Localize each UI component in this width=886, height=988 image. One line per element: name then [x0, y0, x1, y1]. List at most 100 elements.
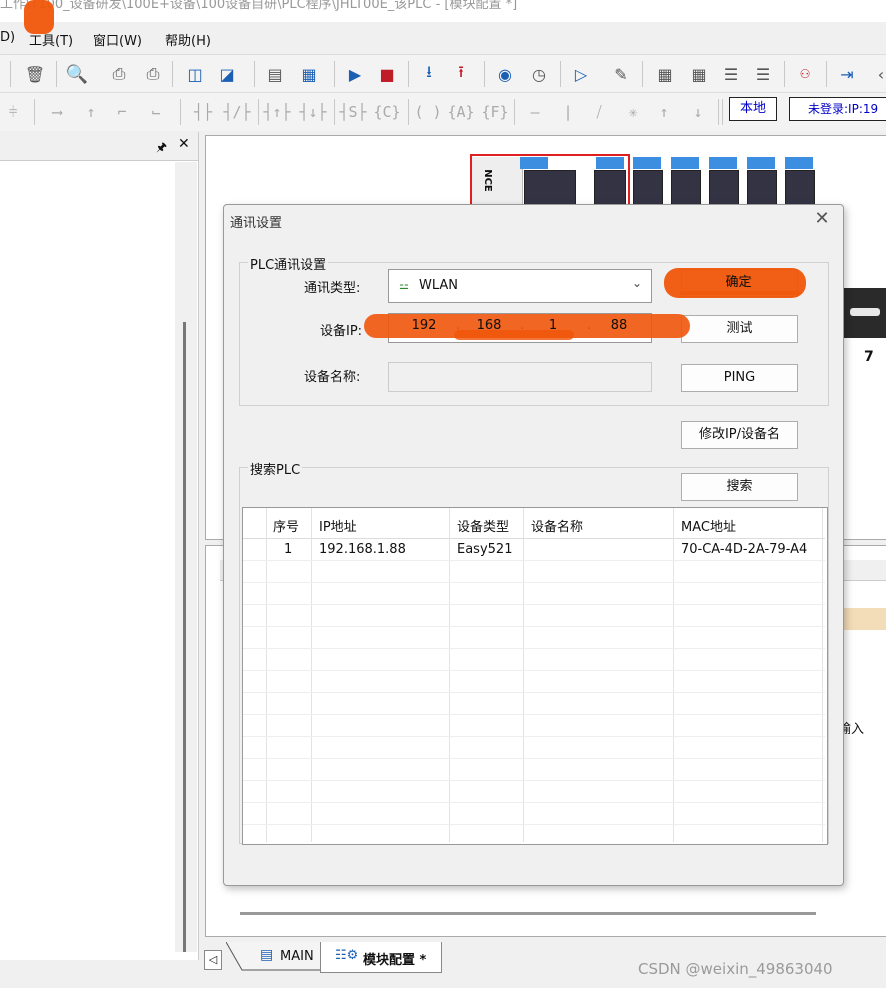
upload-icon[interactable]: ⭱ — [448, 61, 474, 87]
run-icon[interactable]: ▶ — [342, 61, 368, 87]
document-icon[interactable]: ▤ — [262, 61, 288, 87]
col-header-index[interactable]: 序号 — [273, 516, 299, 535]
compare-icon[interactable]: {C} — [372, 99, 402, 125]
ip-octet-3-overlay: 1 — [548, 318, 558, 333]
col-header-ip[interactable]: IP地址 — [319, 516, 357, 535]
contact-branch-icon[interactable]: ⫩ — [0, 99, 26, 125]
close-icon[interactable]: ✕ — [178, 136, 190, 152]
tab-scroll-left-icon[interactable]: ◁ — [204, 950, 222, 970]
delete-vline-icon[interactable]: ✳ — [618, 99, 648, 125]
project-panel-header: 🖈 ✕ — [0, 132, 198, 161]
vline-icon[interactable]: | — [556, 99, 580, 125]
print-icon[interactable]: ⎙ — [140, 61, 166, 87]
ip-octet-2-overlay: 168 — [476, 318, 502, 333]
search-button[interactable]: 搜索 — [681, 473, 798, 501]
print-preview-icon[interactable]: ⎙ — [106, 61, 132, 87]
window-export-icon[interactable]: ◪ — [214, 61, 240, 87]
chevron-down-icon[interactable]: ⌄ — [632, 276, 642, 290]
device-name-label: 设备名称: — [304, 370, 361, 385]
search-icon[interactable]: 🔍 — [64, 61, 90, 87]
move-down-icon[interactable]: ↓ — [686, 99, 710, 125]
ip-label: 设备IP: — [320, 324, 363, 339]
module-connector-icon — [671, 157, 699, 169]
module-config-icon: ☷⚙ — [335, 948, 359, 963]
ping-button[interactable]: PING — [681, 364, 798, 392]
menu-window[interactable]: 窗口(W) — [93, 30, 142, 49]
close-icon[interactable]: ✕ — [812, 208, 832, 230]
col-header-device-name[interactable]: 设备名称 — [531, 516, 583, 535]
contact-nc-icon[interactable]: ┤/├ — [222, 99, 252, 125]
network-icon: ⚍ — [399, 279, 409, 292]
edit-icon[interactable]: ✎ — [608, 61, 634, 87]
module-connector-icon — [633, 157, 661, 169]
delete-hline-icon[interactable]: ⧸ — [584, 99, 614, 125]
stop-icon[interactable]: ■ — [374, 61, 400, 87]
device-name-field[interactable] — [388, 362, 652, 392]
contact-falling-icon[interactable]: ┤↓├ — [298, 99, 328, 125]
table-icon[interactable]: ▦ — [296, 61, 322, 87]
grid-alt-icon[interactable]: ▦ — [686, 61, 712, 87]
col-header-mac[interactable]: MAC地址 — [681, 516, 736, 535]
menu-help[interactable]: 帮助(H) — [165, 30, 211, 49]
delete-icon[interactable]: 🗑 — [22, 61, 48, 87]
connector-up-icon[interactable]: ⌙ — [142, 99, 170, 125]
cell-ip: 192.168.1.88 — [319, 542, 406, 557]
contact-rising-icon[interactable]: ┤↑├ — [262, 99, 292, 125]
ip-octet-1-overlay: 192 — [411, 318, 437, 333]
vline-up-icon[interactable]: ↑ — [78, 99, 104, 125]
scrollbar-thumb[interactable] — [183, 322, 186, 952]
col-header-device-type[interactable]: 设备类型 — [457, 516, 509, 535]
cell-device-type: Easy521 — [457, 542, 513, 557]
status-local: 本地 — [729, 97, 777, 121]
status-login: 未登录:IP:19 — [789, 97, 886, 121]
contact-no-icon[interactable]: ┤├ — [188, 99, 218, 125]
align-icon[interactable]: ☰ — [718, 61, 744, 87]
tab-main[interactable]: ▤ MAIN — [226, 942, 331, 972]
move-up-icon[interactable]: ↑ — [652, 99, 676, 125]
function-a-icon[interactable]: {A} — [446, 99, 476, 125]
download-icon[interactable]: ⭳ — [416, 61, 442, 87]
connector-down-icon[interactable]: ⌐ — [108, 99, 136, 125]
tab-module-config[interactable]: ☷⚙ 模块配置 * — [320, 942, 442, 973]
plc-comm-group-title: PLC通讯设置 — [248, 254, 329, 273]
confirm-button-label: 确定 — [725, 275, 752, 290]
pin-icon[interactable]: 🖈 — [156, 138, 167, 159]
window-icon[interactable]: ◫ — [182, 61, 208, 87]
menu-bar: D) 工具(T) 窗口(W) 帮助(H) — [0, 24, 886, 52]
function-f-icon[interactable]: {F} — [480, 99, 510, 125]
coil-icon[interactable]: ( ) — [414, 99, 442, 125]
login-icon[interactable]: ⇥ — [834, 61, 860, 87]
watermark: CSDN @weixin_49863040 — [638, 960, 833, 978]
grid-icon[interactable]: ▦ — [652, 61, 678, 87]
monitor-icon[interactable]: ◉ — [492, 61, 518, 87]
module-connector-icon — [785, 157, 813, 169]
menu-debug[interactable]: D) — [0, 30, 15, 45]
tab-main-label: MAIN — [280, 949, 314, 964]
hline-icon[interactable]: — — [520, 99, 550, 125]
comm-type-label: 通讯类型: — [304, 281, 361, 296]
search-plc-group-title: 搜索PLC — [248, 459, 303, 478]
module-connector-icon — [747, 157, 775, 169]
redaction-mark — [24, 0, 54, 34]
dialog-title: 通讯设置 — [230, 216, 283, 231]
lower-row-highlight — [838, 608, 886, 630]
scrollbar[interactable] — [175, 162, 197, 952]
comm-type-value: WLAN — [419, 278, 459, 293]
tab-module-config-label: 模块配置 * — [363, 953, 427, 968]
test-button[interactable]: 测试 — [681, 315, 798, 343]
ladder-icon: ▤ — [260, 947, 274, 963]
modify-ip-button[interactable]: 修改IP/设备名 — [681, 421, 798, 449]
cell-index: 1 — [284, 542, 293, 557]
toolbar-main: 🗑 🔍 ⎙ ⎙ ◫ ◪ ▤ ▦ ▶ ■ ⭳ ⭱ ◉ ◷ ▷ ✎ ▦ ▦ ☰ ☰ … — [0, 54, 886, 93]
project-panel — [0, 132, 199, 960]
clock-icon[interactable]: ◷ — [526, 61, 552, 87]
edit-run-icon[interactable]: ▷ — [568, 61, 594, 87]
ip-octet-4-overlay: 88 — [610, 318, 628, 333]
align-alt-icon[interactable]: ☰ — [750, 61, 776, 87]
contact-special-icon[interactable]: ┤S├ — [338, 99, 368, 125]
hline-arrow-icon[interactable]: ⟶ — [42, 99, 72, 125]
horizontal-scrollbar[interactable] — [240, 912, 816, 915]
slot-number: 7 — [864, 349, 874, 365]
test-icon[interactable]: ⚇ — [792, 61, 818, 87]
chevron-left-icon[interactable]: ‹ — [868, 61, 886, 87]
